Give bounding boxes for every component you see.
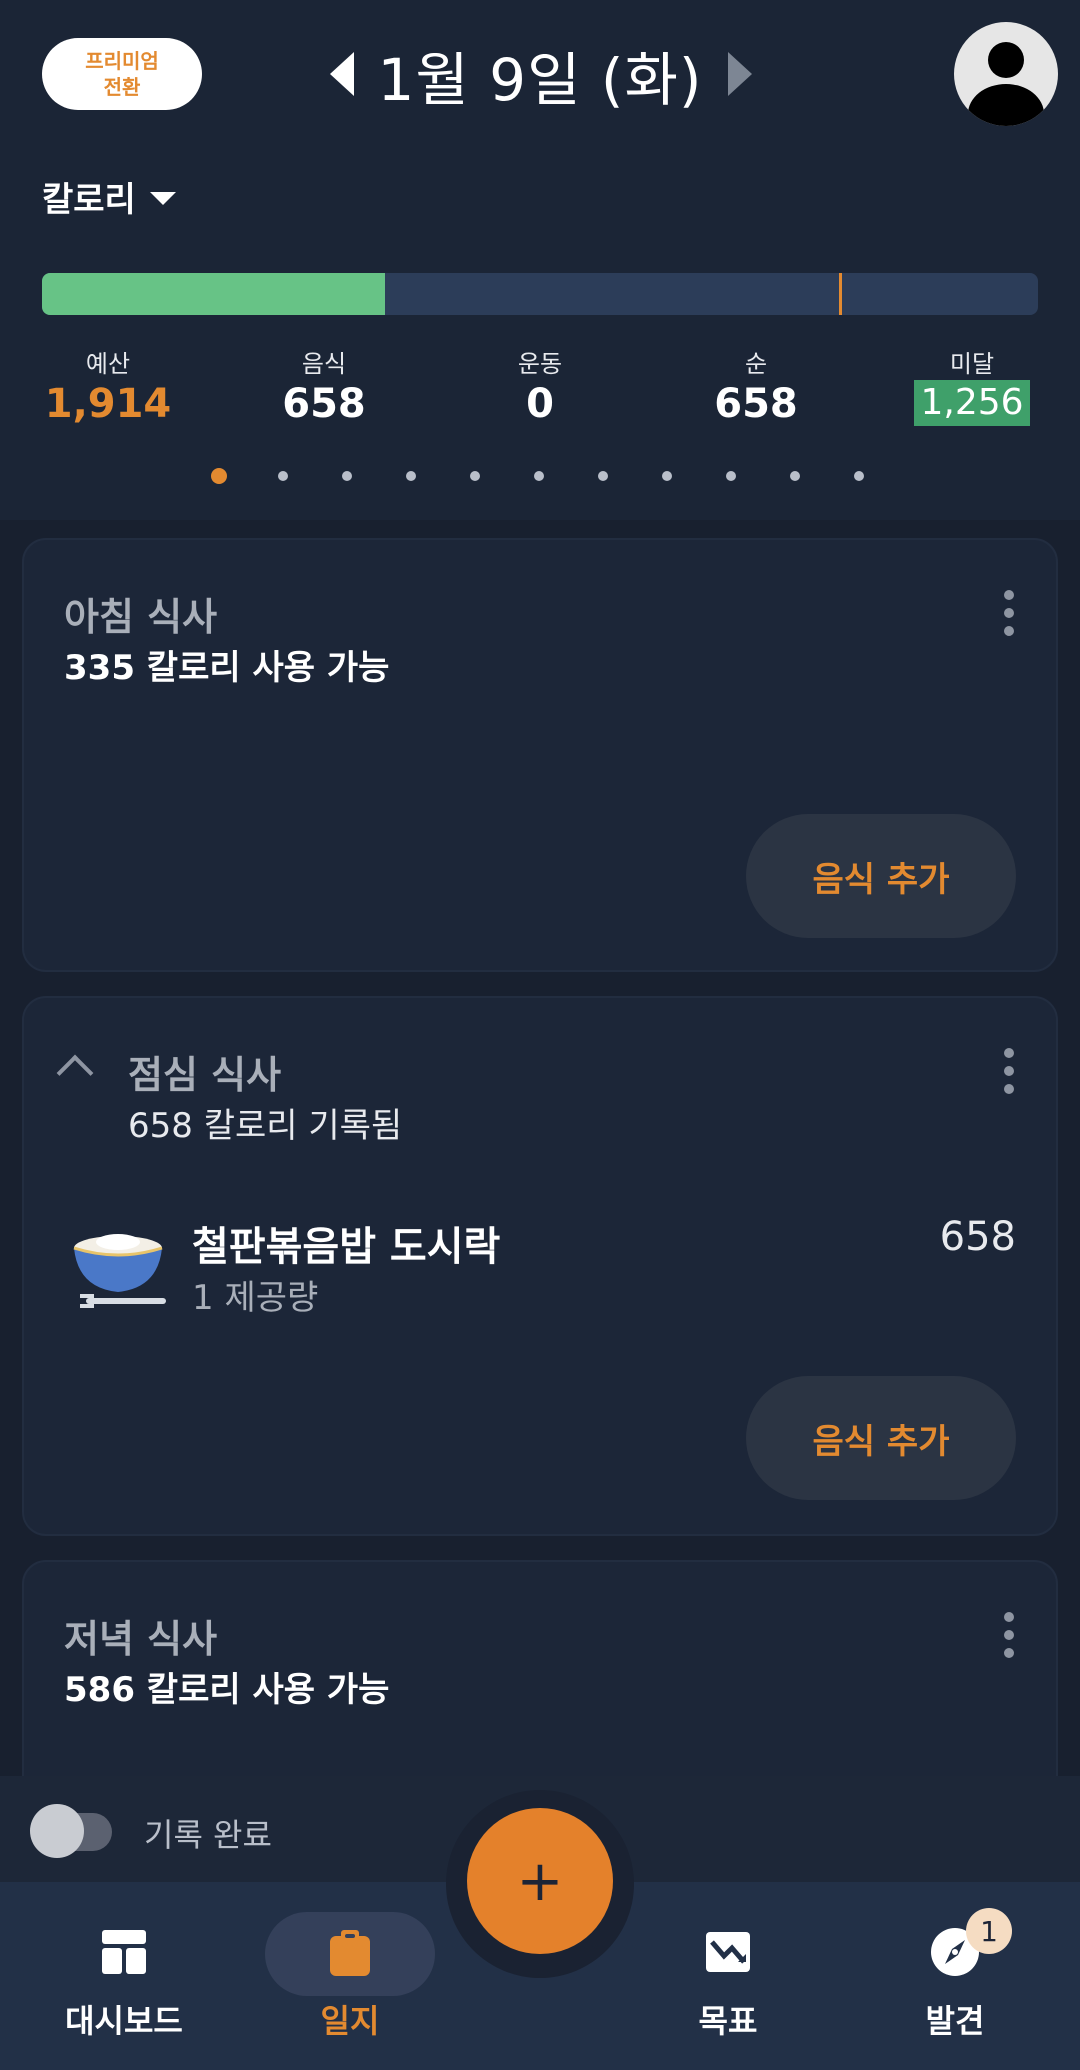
food-serving: 1 제공량 bbox=[192, 1278, 319, 1318]
stat-food-value: 658 bbox=[282, 381, 366, 427]
page-dot[interactable] bbox=[790, 471, 800, 481]
metric-selector[interactable]: 칼로리 bbox=[42, 172, 176, 220]
stat-under-label: 미달 bbox=[949, 350, 995, 378]
previous-day-arrow-icon[interactable] bbox=[330, 52, 354, 96]
nav-dashboard-label: 대시보드 bbox=[65, 2002, 183, 2040]
breakfast-card: 아침 식사 335 칼로리 사용 가능 음식 추가 bbox=[22, 538, 1058, 972]
page-dot[interactable] bbox=[726, 471, 736, 481]
page-dot[interactable] bbox=[211, 468, 227, 484]
date-navigator: 1월 9일 (화) bbox=[0, 30, 1080, 120]
stat-food: 음식 658 bbox=[244, 348, 404, 428]
lunch-add-food-button[interactable]: 음식 추가 bbox=[746, 1376, 1016, 1500]
calorie-progress-fill bbox=[42, 273, 385, 315]
nav-goals-label: 목표 bbox=[698, 2002, 758, 2040]
food-name: 철판볶음밥 도시락 bbox=[192, 1224, 501, 1270]
nav-dashboard[interactable]: 대시보드 bbox=[24, 1882, 224, 2070]
dashboard-icon bbox=[102, 1930, 146, 1974]
stat-net-value: 658 bbox=[714, 381, 798, 427]
profile-avatar-icon[interactable] bbox=[954, 22, 1058, 126]
discover-notification-badge: 1 bbox=[966, 1908, 1012, 1954]
stat-budget-value: 1,914 bbox=[44, 381, 172, 427]
calorie-summary: 칼로리 예산 1,914 음식 658 운동 0 순 658 미달 1,256 bbox=[0, 148, 1080, 520]
lunch-card: 점심 식사 658 칼로리 기록됨 철판볶음밥 도시락 1 제공량 658 음식… bbox=[22, 996, 1058, 1536]
dinner-title: 저녁 식사 bbox=[64, 1617, 218, 1661]
calorie-stats: 예산 1,914 음식 658 운동 0 순 658 미달 1,256 bbox=[0, 348, 1080, 428]
page-dot[interactable] bbox=[342, 471, 352, 481]
complete-label: 기록 완료 bbox=[144, 1816, 272, 1854]
complete-toggle-knob[interactable] bbox=[30, 1804, 84, 1858]
page-dot[interactable] bbox=[534, 471, 544, 481]
page-dot[interactable] bbox=[598, 471, 608, 481]
stat-food-label: 음식 bbox=[301, 350, 347, 378]
trend-chart-icon bbox=[706, 1932, 750, 1972]
metric-label: 칼로리 bbox=[42, 179, 136, 220]
page-dot[interactable] bbox=[854, 471, 864, 481]
nav-goals[interactable]: 목표 bbox=[628, 1882, 828, 2070]
breakfast-status: 335 칼로리 사용 가능 bbox=[64, 648, 390, 688]
stat-net: 순 658 bbox=[676, 348, 836, 428]
nav-discover[interactable]: 발견 bbox=[855, 1882, 1055, 2070]
nav-diary[interactable]: 일지 bbox=[250, 1882, 450, 2070]
lunch-status: 658 칼로리 기록됨 bbox=[128, 1106, 403, 1146]
nav-discover-label: 발견 bbox=[925, 2002, 985, 2040]
collapse-chevron-up-icon[interactable] bbox=[56, 1054, 94, 1092]
budget-marker bbox=[839, 273, 842, 315]
breakfast-add-food-button[interactable]: 음식 추가 bbox=[746, 814, 1016, 938]
stat-under-value: 1,256 bbox=[914, 380, 1030, 426]
clipboard-icon bbox=[330, 1930, 370, 1976]
current-date[interactable]: 1월 9일 (화) bbox=[377, 33, 702, 117]
stat-under: 미달 1,256 bbox=[892, 348, 1052, 426]
stat-net-label: 순 bbox=[744, 350, 768, 378]
stat-budget: 예산 1,914 bbox=[28, 348, 188, 428]
breakfast-title: 아침 식사 bbox=[64, 595, 218, 639]
add-entry-fab[interactable]: + bbox=[467, 1808, 613, 1954]
dinner-more-icon[interactable] bbox=[1002, 1612, 1016, 1658]
page-dot[interactable] bbox=[662, 471, 672, 481]
rice-bowl-icon bbox=[73, 1234, 166, 1308]
dinner-status: 586 칼로리 사용 가능 bbox=[64, 1670, 390, 1710]
calorie-progress-bar bbox=[42, 273, 1038, 315]
breakfast-more-icon[interactable] bbox=[1002, 590, 1016, 636]
nav-diary-label: 일지 bbox=[320, 2002, 380, 2040]
lunch-more-icon[interactable] bbox=[1002, 1048, 1016, 1094]
food-calories: 658 bbox=[939, 1214, 1016, 1260]
caret-down-icon bbox=[149, 191, 176, 205]
next-day-arrow-icon[interactable] bbox=[728, 52, 752, 96]
lunch-title: 점심 식사 bbox=[128, 1053, 282, 1097]
stat-budget-label: 예산 bbox=[85, 350, 131, 378]
page-dot[interactable] bbox=[278, 471, 288, 481]
top-bar: 프리미엄 전환 1월 9일 (화) bbox=[0, 0, 1080, 148]
page-dot[interactable] bbox=[406, 471, 416, 481]
page-indicator[interactable] bbox=[0, 466, 1080, 486]
page-dot[interactable] bbox=[470, 471, 480, 481]
stat-exercise: 운동 0 bbox=[460, 348, 620, 428]
stat-exercise-value: 0 bbox=[526, 381, 554, 427]
stat-exercise-label: 운동 bbox=[517, 350, 563, 378]
